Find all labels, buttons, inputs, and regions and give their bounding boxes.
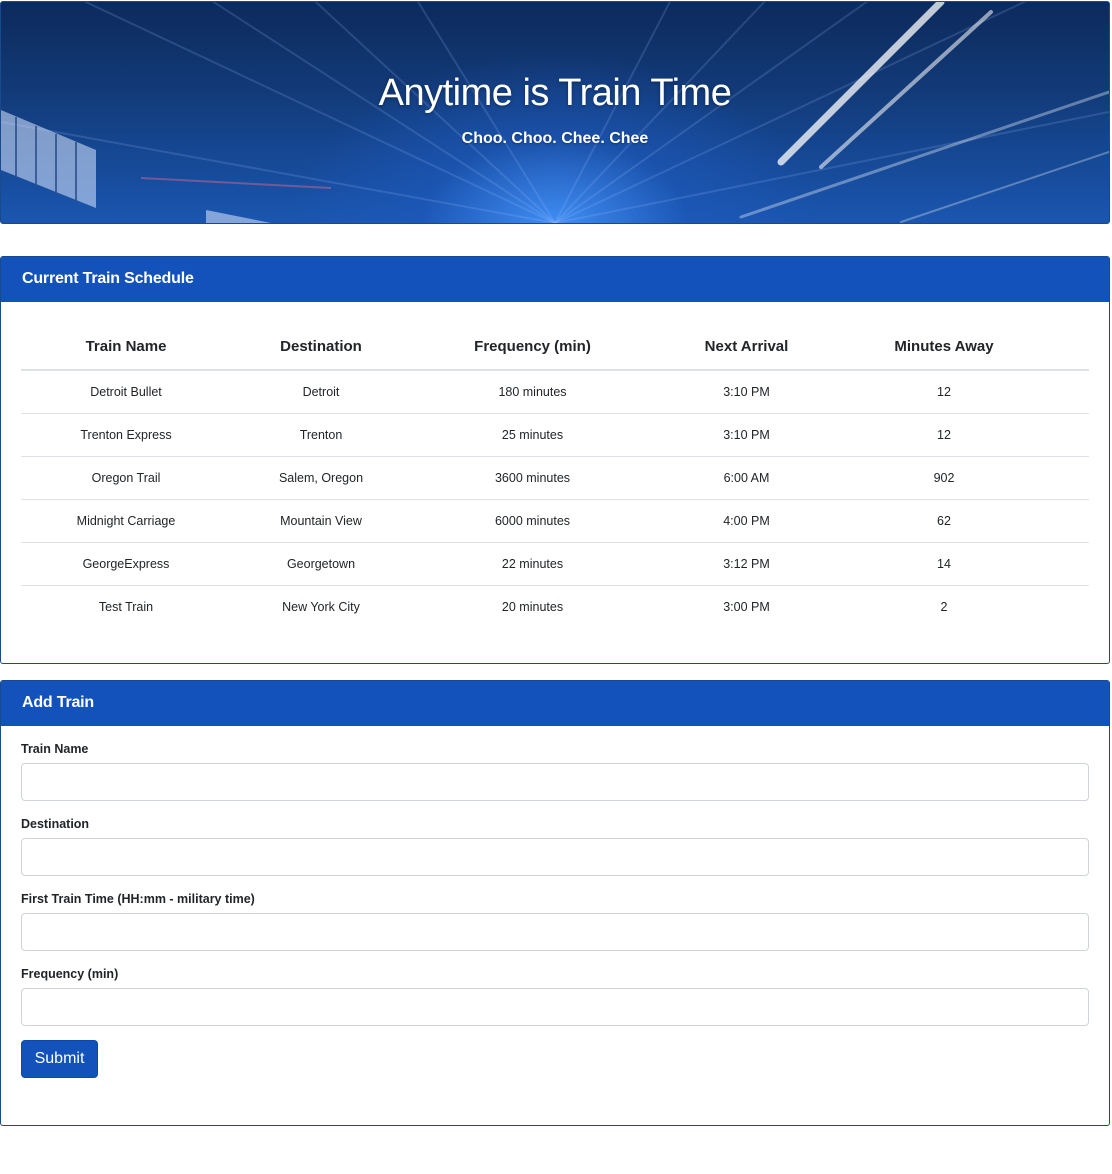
page-subtitle: Choo. Choo. Chee. Chee	[461, 130, 649, 147]
first-train-time-label: First Train Time (HH:mm - military time)	[21, 892, 255, 906]
add-train-card: Add Train Train Name Destination First T…	[0, 680, 1110, 1126]
destination-input[interactable]	[21, 838, 1089, 876]
table-header-row: Train Name Destination Frequency (min) N…	[21, 323, 1089, 371]
cell-next-arrival: 6:00 AM	[654, 456, 839, 500]
add-train-form: Train Name Destination First Train Time …	[21, 726, 1089, 1078]
cell-train-name: Test Train	[98, 600, 154, 614]
cell-next-arrival: 4:00 PM	[654, 499, 839, 543]
cell-frequency: 22 minutes	[411, 542, 654, 586]
cell-next-arrival: 3:00 PM	[723, 600, 770, 614]
cell-train-name: Trenton Express	[21, 413, 231, 457]
cell-spacer	[1049, 586, 1089, 629]
table-row: Midnight Carriage Mountain View 6000 min…	[21, 499, 1089, 543]
train-name-input[interactable]	[21, 763, 1089, 801]
cell-train-name: Midnight Carriage	[21, 499, 231, 543]
cell-train-name: Oregon Trail	[21, 456, 231, 500]
schedule-card: Current Train Schedule Train Name Destin…	[0, 256, 1110, 664]
table-row: Detroit Bullet Detroit 180 minutes 3:10 …	[21, 370, 1089, 414]
table-row: GeorgeExpress Georgetown 22 minutes 3:12…	[21, 542, 1089, 586]
cell-frequency: 6000 minutes	[411, 499, 654, 543]
cell-next-arrival: 3:10 PM	[654, 370, 839, 414]
cell-destination: Trenton	[231, 413, 411, 457]
schedule-table: Train Name Destination Frequency (min) N…	[21, 323, 1089, 628]
destination-label: Destination	[21, 817, 90, 831]
first-train-time-input[interactable]	[21, 913, 1089, 951]
cell-minutes-away: 12	[839, 370, 1049, 414]
column-header-train-name: Train Name	[21, 323, 231, 371]
cell-next-arrival: 3:10 PM	[654, 413, 839, 457]
cell-frequency: 180 minutes	[411, 370, 654, 414]
column-header-spacer	[1049, 323, 1089, 371]
column-header-next-arrival: Next Arrival	[654, 323, 839, 371]
page: Anytime is Train Time Choo. Choo. Chee. …	[0, 0, 1112, 1174]
frequency-input[interactable]	[21, 988, 1089, 1026]
hero-banner: Anytime is Train Time Choo. Choo. Chee. …	[0, 1, 1110, 224]
cell-next-arrival: 3:12 PM	[654, 542, 839, 586]
column-header-minutes-away: Minutes Away	[839, 323, 1049, 371]
cell-destination: Salem, Oregon	[231, 456, 411, 500]
cell-minutes-away: 902	[839, 456, 1049, 500]
submit-button[interactable]: Submit	[21, 1040, 98, 1078]
cell-frequency: 3600 minutes	[411, 456, 654, 500]
page-title: Anytime is Train Time	[378, 72, 732, 114]
table-row: Oregon Trail Salem, Oregon 3600 minutes …	[21, 456, 1089, 500]
table-row: Test Train New York City 20 minutes 3:00…	[21, 586, 1089, 629]
cell-destination: Detroit	[231, 370, 411, 414]
column-header-destination: Destination	[231, 323, 411, 371]
cell-spacer	[1049, 499, 1089, 543]
cell-minutes-away: 62	[839, 499, 1049, 543]
cell-minutes-away: 2	[940, 600, 948, 614]
cell-spacer	[1049, 456, 1089, 500]
train-name-label: Train Name	[21, 742, 89, 756]
cell-train-name: Detroit Bullet	[21, 370, 231, 414]
cell-minutes-away: 14	[839, 542, 1049, 586]
column-header-frequency: Frequency (min)	[411, 323, 654, 371]
cell-frequency: 25 minutes	[411, 413, 654, 457]
table-row: Trenton Express Trenton 25 minutes 3:10 …	[21, 413, 1089, 457]
add-train-card-header: Add Train	[1, 681, 1109, 726]
frequency-label: Frequency (min)	[21, 967, 119, 981]
cell-spacer	[1049, 542, 1089, 586]
cell-spacer	[1049, 413, 1089, 457]
cell-destination: New York City	[282, 600, 360, 614]
cell-minutes-away: 12	[839, 413, 1049, 457]
cell-frequency: 20 minutes	[501, 600, 564, 614]
cell-spacer	[1049, 370, 1089, 414]
schedule-card-header: Current Train Schedule	[1, 257, 1109, 302]
cell-destination: Mountain View	[231, 499, 411, 543]
cell-destination: Georgetown	[231, 542, 411, 586]
cell-train-name: GeorgeExpress	[21, 542, 231, 586]
